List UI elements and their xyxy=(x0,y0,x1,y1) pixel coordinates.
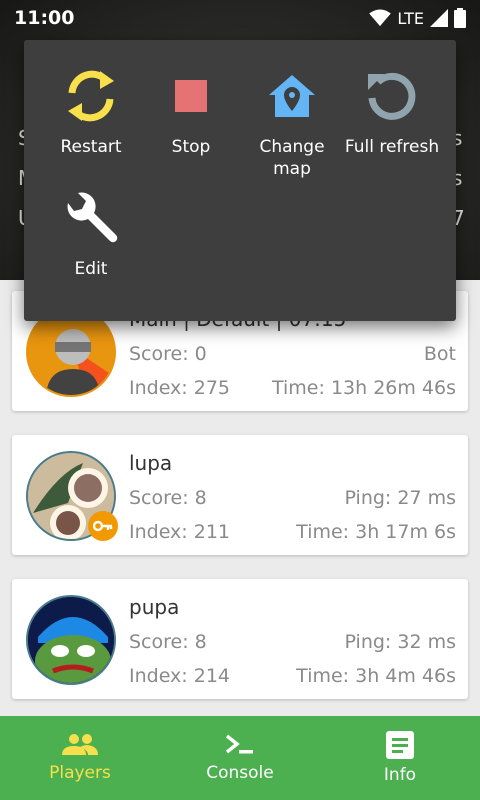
battery-icon xyxy=(454,8,466,28)
player-avatar xyxy=(26,595,116,685)
player-ping: Ping: 27 ms xyxy=(344,487,457,509)
change-map-button[interactable]: Change map xyxy=(238,64,346,180)
player-index: Index: 211 xyxy=(129,521,231,543)
key-icon xyxy=(93,520,113,532)
nav-players-label: Players xyxy=(49,763,111,783)
change-map-label: Change map xyxy=(259,137,325,179)
player-card[interactable]: lupa Score: 8 Ping: 27 ms Index: 211 Tim… xyxy=(12,435,468,555)
player-name: lupa xyxy=(129,451,173,475)
player-index: Index: 275 xyxy=(129,377,231,399)
refresh-icon xyxy=(368,72,416,120)
player-time: Time: 13h 26m 46s xyxy=(272,377,456,399)
status-time: 11:00 xyxy=(14,7,75,29)
player-type: Bot xyxy=(423,343,456,365)
nav-info-label: Info xyxy=(383,765,417,785)
stop-button[interactable]: Stop xyxy=(137,64,245,158)
signal-icon xyxy=(430,9,448,27)
players-icon xyxy=(62,734,98,755)
full-refresh-label: Full refresh xyxy=(344,137,440,157)
nav-console-label: Console xyxy=(206,763,274,783)
nav-players[interactable]: Players xyxy=(0,716,160,800)
player-ping: Ping: 32 ms xyxy=(344,631,457,653)
player-score: Score: 0 xyxy=(129,343,207,365)
network-type: LTE xyxy=(397,8,424,28)
edit-button[interactable]: Edit xyxy=(37,186,145,280)
stop-icon xyxy=(175,80,207,112)
player-time: Time: 3h 4m 46s xyxy=(296,665,456,687)
restart-button[interactable]: Restart xyxy=(37,64,145,158)
status-bar: 11:00 LTE xyxy=(0,0,480,36)
stop-label: Stop xyxy=(171,137,211,157)
wifi-icon xyxy=(369,9,392,27)
edit-label: Edit xyxy=(74,259,108,279)
nav-info[interactable]: Info xyxy=(320,716,480,800)
server-actions-popup: Restart Stop Change map Full refresh Edi… xyxy=(24,40,456,321)
restart-icon xyxy=(68,70,114,122)
map-marker-icon xyxy=(269,75,315,117)
wrench-icon xyxy=(67,192,118,243)
nav-console[interactable]: Console xyxy=(160,716,320,800)
player-score: Score: 8 xyxy=(129,487,207,509)
player-time: Time: 3h 17m 6s xyxy=(296,521,456,543)
restart-label: Restart xyxy=(60,137,122,157)
player-card[interactable]: pupa Score: 8 Ping: 32 ms Index: 214 Tim… xyxy=(12,579,468,699)
console-icon xyxy=(225,734,253,754)
player-name: pupa xyxy=(129,595,180,619)
full-refresh-button[interactable]: Full refresh xyxy=(337,64,447,158)
info-icon xyxy=(386,731,414,759)
player-index: Index: 214 xyxy=(129,665,231,687)
player-score: Score: 8 xyxy=(129,631,207,653)
admin-badge xyxy=(88,511,118,541)
bottom-navigation: Players Console Info xyxy=(0,716,480,800)
